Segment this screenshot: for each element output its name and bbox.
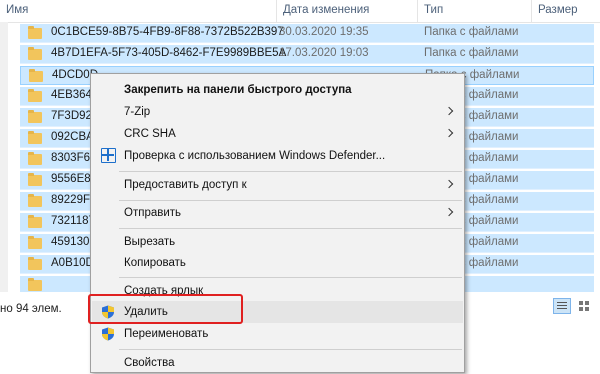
menu-item-label: Вырезать (124, 236, 176, 248)
menu-item-label: 7-Zip (124, 106, 151, 118)
column-header-name[interactable]: Имя (0, 0, 277, 22)
vertical-scrollbar[interactable] (0, 22, 8, 292)
folder-icon (28, 26, 42, 39)
column-header-size[interactable]: Размер (532, 0, 600, 22)
item-name: 4EB364 (51, 89, 92, 101)
highlight-frame (88, 294, 243, 324)
list-item[interactable]: 4B7D1EFA-5F73-405D-8462-F7E9989BBE5A 17.… (20, 45, 594, 64)
menu-item-share[interactable]: Предоставить доступ к (92, 174, 463, 196)
folder-icon (28, 215, 42, 228)
folder-icon (28, 47, 42, 60)
column-header-date[interactable]: Дата изменения (277, 0, 418, 22)
item-type: Папка с файлами (424, 26, 519, 38)
item-count: но 94 элем. (0, 303, 62, 315)
folder-icon (28, 152, 42, 165)
item-name: 4B7D1EFA-5F73-405D-8462-F7E9989BBE5A (51, 47, 287, 59)
context-menu: Закрепить на панели быстрого доступа 7-Z… (90, 73, 465, 373)
chevron-right-icon (444, 106, 454, 116)
menu-separator (119, 349, 462, 350)
menu-item-defender-scan[interactable]: Проверка с использованием Windows Defend… (92, 145, 463, 167)
large-icons-view-button[interactable] (576, 298, 594, 314)
menu-item-pin[interactable]: Закрепить на панели быстрого доступа (92, 79, 463, 101)
column-header: Имя Дата изменения Тип Размер (0, 0, 600, 23)
menu-item-label: Предоставить доступ к (124, 179, 247, 191)
folder-icon (28, 110, 42, 123)
windows-defender-icon (101, 148, 116, 163)
item-date: 17.03.2020 19:03 (279, 47, 369, 59)
menu-separator (119, 228, 462, 229)
list-item[interactable]: 0C1BCE59-8B75-4FB9-8F88-7372B522B397 30.… (20, 24, 594, 43)
item-name: 7321187 (51, 215, 95, 227)
menu-separator (119, 277, 462, 278)
menu-separator (119, 200, 462, 201)
chevron-right-icon (444, 207, 454, 217)
chevron-right-icon (444, 128, 454, 138)
folder-icon (28, 236, 42, 249)
menu-item-label: Отправить (124, 207, 182, 219)
folder-icon (28, 257, 42, 270)
menu-item-label: Проверка с использованием Windows Defend… (124, 150, 386, 162)
menu-item-label: Переименовать (124, 328, 209, 340)
menu-item-label: Закрепить на панели быстрого доступа (124, 84, 352, 96)
column-header-type[interactable]: Тип (418, 0, 532, 22)
uac-shield-icon (102, 327, 114, 341)
menu-item-rename[interactable]: Переименовать (92, 323, 463, 345)
item-type: Папка с файлами (424, 47, 519, 59)
folder-icon (28, 131, 42, 144)
menu-item-copy[interactable]: Копировать (92, 252, 463, 274)
menu-item-label: Копировать (124, 257, 186, 269)
menu-item-label: CRC SHA (124, 128, 176, 140)
item-name: 0C1BCE59-8B75-4FB9-8F88-7372B522B397 (51, 26, 284, 38)
folder-icon (28, 173, 42, 186)
menu-item-send-to[interactable]: Отправить (92, 202, 463, 224)
menu-item-properties[interactable]: Свойства (92, 352, 463, 374)
folder-icon (28, 278, 42, 291)
item-date: 30.03.2020 19:35 (279, 26, 369, 38)
menu-item-label: Свойства (124, 357, 175, 369)
menu-item-cut[interactable]: Вырезать (92, 231, 463, 253)
menu-separator (119, 171, 462, 172)
folder-icon (28, 194, 42, 207)
chevron-right-icon (444, 179, 454, 189)
menu-item-crc-sha[interactable]: CRC SHA (92, 123, 463, 145)
menu-item-7zip[interactable]: 7-Zip (92, 101, 463, 123)
folder-icon (29, 69, 43, 82)
folder-icon (28, 89, 42, 102)
details-view-button[interactable] (553, 298, 571, 314)
